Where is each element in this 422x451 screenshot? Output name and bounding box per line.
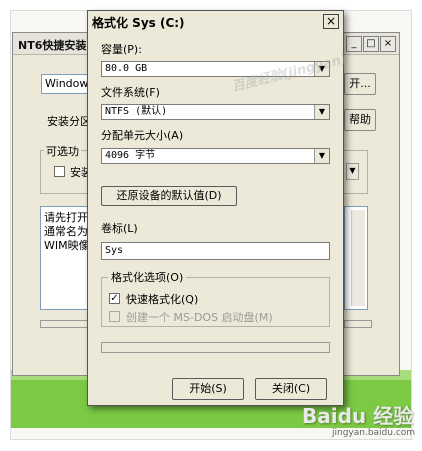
- install-partition-label: 安装分区: [47, 115, 91, 128]
- optional-group-label: 可选功: [44, 143, 81, 159]
- msdos-label: 创建一个 MS-DOS 启动盘(M): [126, 311, 273, 324]
- info-line: WIM映像: [44, 239, 90, 252]
- format-progress-bar: [101, 342, 330, 353]
- capacity-value: 80.0 GB: [105, 63, 148, 74]
- quick-format-checkbox[interactable]: ✓: [109, 293, 120, 304]
- windows-path-field[interactable]: Windows: [41, 74, 94, 94]
- allocation-label: 分配单元大小(A): [101, 129, 184, 142]
- background-progress-right: [344, 320, 372, 328]
- close-button[interactable]: 关闭(C): [255, 378, 327, 400]
- format-options-label: 格式化选项(O): [108, 269, 187, 285]
- browse-button[interactable]: 开...: [344, 73, 376, 95]
- maximize-icon[interactable]: □: [363, 36, 379, 52]
- capacity-label: 容量(P):: [101, 43, 142, 56]
- background-window-title: NT6快捷安装: [18, 39, 87, 52]
- quick-format-label: 快速格式化(Q): [126, 293, 199, 306]
- baidu-url: jingyan.baidu.com: [332, 428, 416, 438]
- background-progress-left: [40, 320, 90, 328]
- format-dialog-title: 格式化 Sys (C:): [92, 16, 185, 30]
- close-icon[interactable]: ×: [380, 36, 396, 52]
- allocation-select[interactable]: 4096 字节: [101, 148, 330, 164]
- optional-dropdown-arrow[interactable]: ▼: [346, 163, 359, 180]
- start-button[interactable]: 开始(S): [172, 378, 244, 400]
- msdos-checkbox[interactable]: [109, 311, 120, 322]
- dialog-close-icon[interactable]: ×: [323, 14, 339, 29]
- info-scrollbar[interactable]: [351, 210, 365, 306]
- restore-defaults-button[interactable]: 还原设备的默认值(D): [101, 186, 237, 206]
- filesystem-label: 文件系统(F): [101, 86, 160, 99]
- help-button[interactable]: 帮助: [344, 109, 376, 131]
- allocation-value: 4096 字节: [105, 150, 156, 161]
- volume-label-label: 卷标(L): [101, 222, 138, 235]
- filesystem-value: NTFS (默认): [105, 106, 168, 117]
- minimize-icon[interactable]: _: [346, 36, 362, 52]
- filesystem-select[interactable]: NTFS (默认): [101, 104, 330, 120]
- install-checkbox[interactable]: [54, 166, 65, 177]
- volume-label-input[interactable]: Sys: [101, 242, 330, 260]
- chevron-down-icon[interactable]: ▼: [314, 149, 329, 163]
- baidu-logo: Baidu 经验: [302, 404, 414, 428]
- chevron-down-icon[interactable]: ▼: [314, 105, 329, 119]
